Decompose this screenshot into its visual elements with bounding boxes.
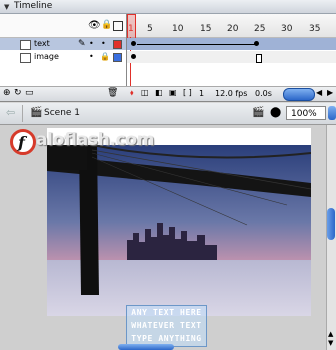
layer-icon	[20, 40, 31, 50]
timeline-toolbar: ⊕ ↻ ▭ 🗑 ⬧ ◫ ◧ ▣ [ ] 1 12.0 fps 0.0s ◀ ▶	[0, 86, 336, 102]
trash-icon[interactable]: 🗑	[107, 88, 118, 98]
scene-name[interactable]: Scene 1	[44, 108, 80, 118]
outline-icon[interactable]	[113, 21, 123, 31]
ruler-number: 10	[172, 24, 184, 34]
timeline-panel-header[interactable]: ▼ Timeline	[0, 0, 336, 14]
frame-ruler[interactable]: 1 5 10 15 20 25 30 35	[127, 14, 336, 39]
playhead[interactable]	[127, 14, 136, 39]
zoom-value: 100%	[291, 109, 317, 119]
bridge-image[interactable]	[47, 145, 311, 316]
ruler-number: 20	[227, 24, 239, 34]
vertical-scroll-thumb[interactable]	[327, 208, 335, 240]
layer-icon	[20, 53, 31, 63]
back-arrow-icon[interactable]: ⇦	[6, 106, 15, 119]
frame-rate: 12.0 fps	[215, 89, 248, 98]
edit-symbol-icon[interactable]: ⬤	[270, 107, 281, 118]
onion-skin-icon[interactable]: ◫	[141, 88, 149, 97]
zoom-dropdown[interactable]	[328, 106, 336, 120]
edit-bar: ⇦ 🎬 Scene 1 🎬 ⬤ 100%	[0, 103, 336, 125]
layer-header: 👁 🔒	[0, 14, 126, 38]
text-line: ANY TEXT HERE	[131, 308, 202, 317]
onion-outline-icon[interactable]: ◧	[155, 88, 163, 97]
ruler-number: 25	[254, 24, 266, 34]
ruler-number: 35	[309, 24, 321, 34]
horizontal-stage-scroll-thumb[interactable]	[118, 344, 174, 350]
scroll-right-icon[interactable]: ▶	[327, 88, 333, 97]
lock-icon[interactable]: 🔒	[101, 20, 112, 30]
visible-dot[interactable]: •	[89, 51, 94, 63]
divider	[22, 105, 23, 122]
ruler-number: 15	[200, 24, 212, 34]
center-frame-icon[interactable]: ⬧	[130, 88, 134, 98]
timeline-title: Timeline	[14, 1, 53, 11]
keyframe-dot[interactable]	[254, 41, 259, 46]
lock-icon[interactable]: 🔒	[100, 51, 110, 63]
end-frame	[256, 54, 262, 63]
layer-color-swatch[interactable]	[113, 40, 122, 49]
current-frame: 1	[199, 89, 205, 98]
logo-text: aloflash.com	[36, 130, 155, 150]
text-field[interactable]: ANY TEXT HERE WHATEVER TEXT TYPE ANYTHIN…	[126, 305, 207, 347]
scroll-left-icon[interactable]: ◀	[316, 88, 322, 97]
elapsed-time: 0.0s	[255, 89, 272, 98]
scene-icon: 🎬	[30, 107, 43, 118]
keyframe-dot[interactable]	[131, 54, 136, 59]
add-layer-icon[interactable]: ⊕	[3, 88, 11, 98]
logo-icon: f	[10, 129, 36, 155]
scroll-down-icon[interactable]: ▼	[328, 339, 333, 347]
edit-scene-icon[interactable]: 🎬	[252, 107, 264, 118]
add-folder-icon[interactable]: ▭	[25, 88, 34, 98]
ruler-number: 5	[147, 24, 153, 34]
horizontal-scroll-thumb[interactable]	[283, 88, 315, 101]
visible-dot[interactable]: •	[89, 38, 94, 50]
bridge-photo-graphic	[47, 145, 311, 316]
frame-row-text[interactable]	[127, 38, 336, 50]
text-line: WHATEVER TEXT	[131, 321, 202, 330]
layer-text[interactable]: text ✎ • •	[0, 38, 126, 50]
modify-markers-icon[interactable]: [ ]	[183, 88, 192, 97]
tween-arrow	[137, 44, 257, 45]
keyframe-dot[interactable]	[131, 41, 136, 46]
layer-color-swatch[interactable]	[113, 53, 122, 62]
frame-row-image[interactable]	[127, 51, 336, 63]
layer-image[interactable]: image • 🔒	[0, 51, 126, 63]
lock-dot[interactable]: •	[101, 38, 106, 50]
layer-name: image	[34, 52, 59, 61]
collapse-triangle-icon[interactable]: ▼	[4, 3, 9, 11]
ruler-number: 30	[281, 24, 293, 34]
zoom-field[interactable]: 100%	[286, 106, 326, 120]
edit-multiple-icon[interactable]: ▣	[169, 88, 177, 97]
pencil-icon: ✎	[78, 39, 86, 49]
layer-name: text	[34, 39, 50, 48]
eye-icon[interactable]: 👁	[88, 20, 101, 31]
scroll-up-icon[interactable]: ▲	[328, 330, 333, 338]
add-guide-icon[interactable]: ↻	[14, 88, 22, 98]
